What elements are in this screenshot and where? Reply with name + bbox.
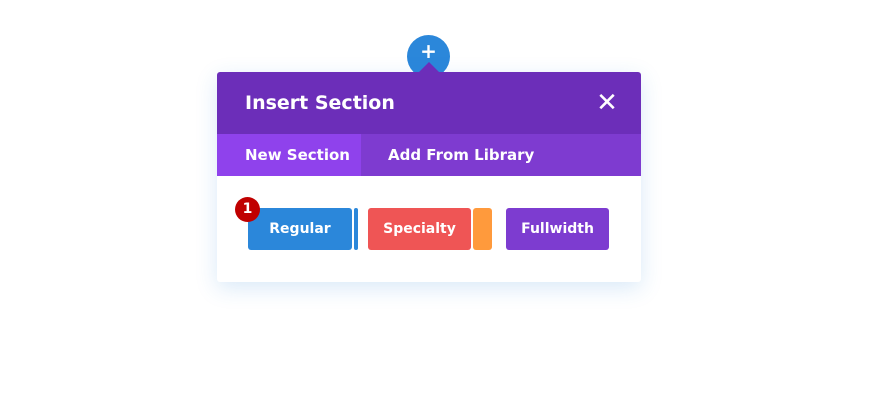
- modal-pointer: [419, 62, 439, 72]
- close-icon[interactable]: ✕: [595, 90, 619, 116]
- modal-tabs: New Section Add From Library: [217, 134, 641, 176]
- fullwidth-section-button[interactable]: Fullwidth: [506, 208, 609, 250]
- tab-new-section[interactable]: New Section: [217, 134, 361, 176]
- step-badge: 1: [235, 197, 260, 222]
- tab-add-from-library[interactable]: Add From Library: [361, 134, 534, 176]
- plus-icon: +: [420, 39, 437, 63]
- insert-section-modal: Insert Section ✕ New Section Add From Li…: [217, 72, 641, 282]
- modal-header: Insert Section ✕: [217, 72, 641, 134]
- regular-section-button[interactable]: Regular: [248, 208, 352, 250]
- modal-title: Insert Section: [245, 92, 395, 114]
- specialty-section-button[interactable]: Specialty: [368, 208, 471, 250]
- section-type-options: 1 Regular Specialty Fullwidth: [217, 176, 641, 282]
- regular-section-accent: [354, 208, 358, 250]
- specialty-section-accent: [473, 208, 492, 250]
- builder-canvas: + Insert Section ✕ New Section Add From …: [0, 0, 880, 420]
